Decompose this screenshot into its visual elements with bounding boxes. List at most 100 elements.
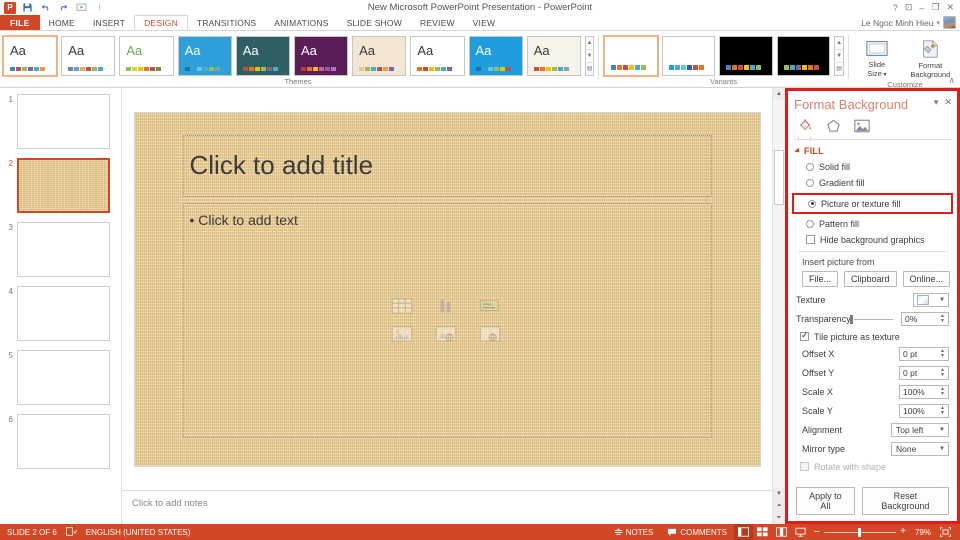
tab-view[interactable]: VIEW bbox=[464, 15, 505, 30]
fill-option-picture-or-texture-fill[interactable]: Picture or texture fill bbox=[808, 198, 951, 209]
slide-thumbnail-preview[interactable] bbox=[17, 94, 110, 149]
scale-x-spinner[interactable]: 100% ▲ ▼ bbox=[899, 385, 949, 399]
slide-thumbnail-1[interactable]: 1 bbox=[0, 94, 121, 149]
account-area[interactable]: Le Ngoc Minh Hieu ▾ bbox=[861, 15, 956, 30]
offset-y-spinner[interactable]: 0 pt ▲ ▼ bbox=[899, 366, 949, 380]
insert-picture-icon[interactable] bbox=[388, 324, 416, 344]
save-icon[interactable] bbox=[21, 1, 34, 14]
tab-review[interactable]: REVIEW bbox=[411, 15, 464, 30]
picture-icon[interactable] bbox=[853, 118, 870, 133]
slide-indicator[interactable]: SLIDE 2 OF 6 bbox=[7, 528, 57, 537]
spinner-arrows-icon[interactable]: ▲ ▼ bbox=[938, 313, 947, 325]
slide-thumbnail-preview[interactable] bbox=[17, 222, 110, 277]
offset-x-spinner[interactable]: 0 pt ▲ ▼ bbox=[899, 347, 949, 361]
tab-transitions[interactable]: TRANSITIONS bbox=[188, 15, 265, 30]
theme-blank[interactable]: Aa bbox=[61, 35, 116, 76]
reading-view-button[interactable] bbox=[772, 524, 791, 540]
fill-option-gradient-fill[interactable]: Gradient fill bbox=[806, 177, 949, 188]
theme-ion[interactable]: Aa bbox=[177, 35, 232, 76]
avatar[interactable] bbox=[943, 16, 956, 29]
title-placeholder[interactable]: Click to add title bbox=[182, 134, 712, 197]
effects-pentagon-icon[interactable] bbox=[825, 118, 842, 133]
fill-option-pattern-fill[interactable]: Pattern fill bbox=[806, 218, 949, 229]
content-placeholder[interactable]: • Click to add text bbox=[182, 202, 712, 438]
variants-more-icon[interactable]: ▤ bbox=[835, 63, 843, 75]
insert-online-picture-icon[interactable] bbox=[432, 324, 460, 344]
checkbox-hide-background-graphics[interactable] bbox=[806, 235, 815, 244]
redo-icon[interactable] bbox=[57, 1, 70, 14]
help-button[interactable]: ? bbox=[893, 3, 898, 13]
mirror-type-combobox[interactable]: None ▼ bbox=[891, 442, 949, 456]
slide-thumbnail-preview[interactable] bbox=[17, 286, 110, 341]
themes-gallery-scroll[interactable]: ▲ ▼ ▤ bbox=[584, 35, 594, 76]
alignment-combobox[interactable]: Top left ▼ bbox=[891, 423, 949, 437]
variant-4[interactable] bbox=[776, 35, 831, 76]
variant-2[interactable] bbox=[661, 35, 716, 76]
fill-option-solid-fill[interactable]: Solid fill bbox=[806, 161, 949, 172]
radio-gradient-fill[interactable] bbox=[806, 178, 814, 187]
texture-picker[interactable]: ▼ bbox=[913, 293, 949, 307]
spinner-arrows-icon[interactable]: ▲ ▼ bbox=[938, 405, 947, 417]
slide-thumbnail-6[interactable]: 6 bbox=[0, 414, 121, 469]
notes-button[interactable]: NOTES bbox=[607, 524, 661, 540]
slide-thumbnail-3[interactable]: 3 bbox=[0, 222, 121, 277]
normal-view-button[interactable] bbox=[733, 524, 753, 540]
comments-button[interactable]: COMMENTS bbox=[660, 524, 734, 540]
variants-scroll-down-icon[interactable]: ▼ bbox=[835, 50, 843, 63]
ribbon-display-options-button[interactable]: ⊡ bbox=[905, 2, 913, 13]
panel-close-icon[interactable]: ✕ bbox=[944, 97, 952, 108]
slide-thumbnail-2[interactable]: 2 bbox=[0, 158, 121, 213]
slide-surface[interactable]: Click to add title • Click to add text bbox=[134, 112, 760, 466]
theme-droplet[interactable]: Aa bbox=[468, 35, 523, 76]
minimize-button[interactable]: – bbox=[919, 3, 924, 13]
spinner-arrows-icon[interactable]: ▲ ▼ bbox=[938, 367, 947, 379]
language-indicator[interactable]: ENGLISH (UNITED STATES) bbox=[86, 528, 191, 537]
slide-size-button[interactable]: Slide Size ▾ bbox=[854, 34, 900, 80]
tab-slide-show[interactable]: SLIDE SHOW bbox=[338, 15, 411, 30]
fit-slide-to-window-button[interactable] bbox=[936, 524, 955, 540]
slide-sorter-view-button[interactable] bbox=[753, 524, 772, 540]
scale-y-spinner[interactable]: 100% ▲ ▼ bbox=[899, 404, 949, 418]
tab-animations[interactable]: ANIMATIONS bbox=[265, 15, 337, 30]
tab-insert[interactable]: INSERT bbox=[84, 15, 134, 30]
slideshow-view-button[interactable] bbox=[791, 524, 810, 540]
chevron-down-icon[interactable]: ▼ bbox=[939, 297, 945, 303]
theme-organic[interactable]: Aa bbox=[526, 35, 581, 76]
insert-from-online-button[interactable]: Online... bbox=[902, 271, 951, 287]
insert-smartart-icon[interactable] bbox=[476, 296, 504, 316]
reset-background-button[interactable]: Reset Background bbox=[861, 487, 949, 515]
panel-options-chevron-icon[interactable]: ▾ bbox=[934, 97, 939, 108]
tile-picture-as-texture-row[interactable]: Tile picture as texture bbox=[800, 330, 949, 342]
transparency-spinner[interactable]: 0% ▲ ▼ bbox=[901, 312, 949, 326]
checkbox-tile-picture-as-texture[interactable] bbox=[800, 330, 809, 341]
slide-thumbnail-preview[interactable] bbox=[17, 350, 110, 405]
fill-bucket-icon[interactable] bbox=[797, 118, 814, 133]
zoom-in-button[interactable]: + bbox=[900, 526, 906, 537]
themes-more-icon[interactable]: ▤ bbox=[586, 63, 593, 75]
variants-gallery-scroll[interactable]: ▲ ▼ ▤ bbox=[834, 35, 844, 76]
radio-picture-or-texture-fill[interactable] bbox=[808, 199, 816, 208]
spell-check-icon[interactable] bbox=[65, 526, 77, 538]
chevron-down-icon[interactable]: ▼ bbox=[939, 427, 945, 433]
notes-pane[interactable]: Click to add notes bbox=[122, 490, 772, 524]
insert-table-icon[interactable] bbox=[388, 296, 416, 316]
fill-section-header[interactable]: FILL bbox=[794, 146, 949, 156]
format-background-button[interactable]: Format Background bbox=[904, 35, 957, 79]
slider-knob[interactable] bbox=[850, 315, 853, 324]
themes-scroll-down-icon[interactable]: ▼ bbox=[585, 50, 593, 63]
chevron-down-icon[interactable]: ▾ bbox=[936, 19, 940, 27]
zoom-slider[interactable]: – + bbox=[814, 524, 906, 540]
transparency-slider[interactable] bbox=[846, 312, 897, 326]
zoom-knob[interactable] bbox=[857, 528, 861, 537]
restore-button[interactable]: ❐ bbox=[931, 2, 939, 13]
scrollbar-thumb[interactable] bbox=[774, 150, 784, 205]
slide-thumbnail-preview[interactable] bbox=[17, 414, 110, 469]
previous-slide-button[interactable]: ⏶ bbox=[773, 500, 785, 512]
theme-facet[interactable]: Aa bbox=[119, 35, 174, 76]
radio-pattern-fill[interactable] bbox=[806, 219, 814, 228]
variants-scroll-up-icon[interactable]: ▲ bbox=[835, 37, 843, 50]
spinner-arrows-icon[interactable]: ▲ ▼ bbox=[938, 386, 947, 398]
variant-3[interactable] bbox=[719, 35, 773, 76]
zoom-out-button[interactable]: – bbox=[814, 526, 820, 537]
scroll-down-arrow-icon[interactable]: ▼ bbox=[773, 488, 785, 500]
